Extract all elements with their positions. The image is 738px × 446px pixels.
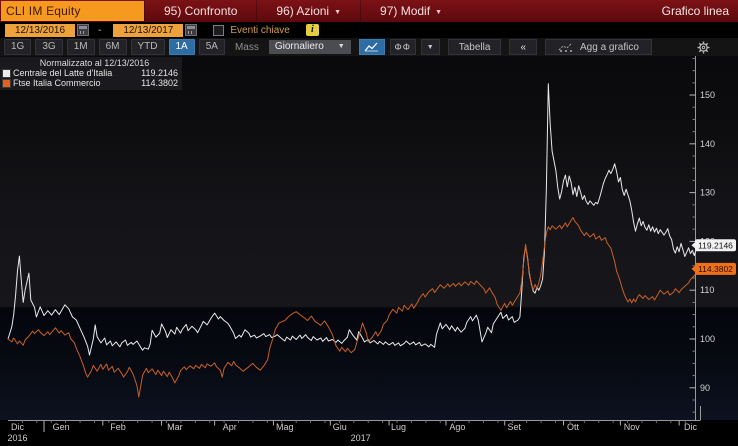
chevron-down-icon: ▼	[435, 8, 442, 16]
y-axis-tick-label: 150	[700, 90, 715, 100]
range-button-6m[interactable]: 6M	[98, 39, 127, 55]
chart-legend: Normalizzato al 12/13/2016 Centrale del …	[0, 57, 182, 90]
calendar-icon[interactable]	[185, 24, 198, 36]
x-axis-month-label: Giu	[333, 422, 347, 432]
y-axis-tick-label: 110	[700, 285, 714, 295]
x-axis-month-label: Ott	[567, 422, 580, 432]
x-axis-year-label: 2017	[351, 433, 371, 443]
tabella-button[interactable]: Tabella	[447, 39, 502, 55]
range-button-5a[interactable]: 5A	[198, 39, 225, 55]
page-title: Grafico linea	[661, 4, 729, 18]
legend-series-label: Centrale del Latte d'Italia	[13, 68, 113, 78]
info-icon[interactable]: i	[305, 24, 319, 36]
x-axis-month-label: Set	[507, 422, 521, 432]
x-axis-month-label: Ago	[449, 422, 465, 432]
eventi-chiave-label: Eventi chiave	[230, 24, 290, 36]
legend-swatch-icon	[2, 68, 11, 78]
line-chart-icon	[364, 42, 379, 52]
last-price-badge-value: 114.3802	[698, 264, 733, 274]
end-date-input[interactable]: 12/13/2017	[113, 23, 184, 37]
legend-title: Normalizzato al 12/13/2016	[39, 58, 150, 68]
x-axis-month-label: Gen	[53, 422, 70, 432]
range-button-1m[interactable]: 1M	[66, 39, 95, 55]
legend-series-value: 119.2146	[141, 68, 178, 78]
menu-item-95-confronto[interactable]: 95) Confronto	[144, 0, 256, 22]
start-date-input[interactable]: 12/13/2016	[5, 23, 75, 37]
date-range-row: 12/13/2016 - 12/13/2017 Eventi chiave i	[0, 22, 738, 38]
security-ticker-field[interactable]: CLI IM Equity	[1, 1, 144, 21]
line-chart-type-button[interactable]	[358, 39, 385, 55]
legend-series-row[interactable]: Centrale del Latte d'Italia 119.2146	[2, 68, 178, 78]
y-axis-tick-label: 140	[700, 139, 715, 149]
calendar-icon[interactable]	[77, 24, 89, 36]
chart-background	[0, 56, 738, 420]
range-button-1a[interactable]: 1A	[168, 39, 195, 55]
chevron-down-icon: ▼	[337, 43, 345, 50]
range-button-1g[interactable]: 1G	[4, 39, 32, 55]
frequency-label: Giornaliero	[274, 41, 324, 52]
range-button-ytd[interactable]: YTD	[130, 39, 165, 55]
y-axis-tick-label: 100	[700, 334, 715, 344]
agg-a-grafico-label: Agg a grafico	[580, 41, 639, 53]
legend-swatch-icon	[2, 78, 11, 88]
eventi-chiave-checkbox[interactable]	[213, 24, 225, 36]
mini-chart-icon	[558, 42, 573, 52]
collapse-panel-button[interactable]: «	[509, 39, 537, 55]
menu-bar: 95) Confronto 96) Azioni ▼ 97) Modif ▼	[144, 0, 461, 22]
chevron-down-icon: ▼	[426, 43, 434, 51]
menu-item-96-azioni[interactable]: 96) Azioni ▼	[256, 0, 360, 22]
x-axis-month-label: Mag	[276, 422, 294, 432]
x-axis-month-label: Mar	[167, 422, 183, 432]
frequency-dropdown[interactable]: Giornaliero ▼	[268, 40, 351, 54]
chart-type-dropdown[interactable]: ▼	[420, 39, 440, 55]
price-chart[interactable]: 90100110120130140150DicGenFebMarAprMagGi…	[0, 56, 738, 446]
x-axis-month-label: Nov	[624, 422, 641, 432]
legend-series-label: Ftse Italia Commercio	[13, 78, 101, 88]
y-axis-tick-label: 90	[700, 383, 710, 393]
settings-button[interactable]	[697, 40, 710, 54]
x-axis-month-label: Apr	[223, 422, 237, 432]
chevron-down-icon: ▼	[334, 8, 342, 16]
x-axis-month-label: Lug	[391, 422, 406, 432]
agg-a-grafico-button[interactable]: Agg a grafico	[545, 39, 652, 55]
bloomberg-line-chart-screen: { "header": { "security": "CLI IM Equity…	[0, 0, 738, 446]
chart-toolbar: 1G 3G 1M 6M YTD 1A 5A Mass Giornaliero ▼ ΦΦ ▼ …	[0, 38, 738, 56]
legend-series-value: 114.3802	[141, 78, 178, 88]
date-separator: -	[98, 24, 102, 36]
range-button-mass[interactable]: Mass	[235, 42, 259, 53]
legend-series-row[interactable]: Ftse Italia Commercio 114.3802	[2, 78, 178, 88]
y-axis-tick-label: 130	[700, 188, 715, 198]
last-price-badge-value: 119.2146	[698, 240, 733, 250]
candlestick-icon: ΦΦ	[394, 42, 411, 52]
x-axis-month-label: Dic	[11, 422, 24, 432]
x-axis-month-label: Feb	[110, 422, 126, 432]
range-button-3g[interactable]: 3G	[35, 39, 63, 55]
candle-chart-type-button[interactable]: ΦΦ	[389, 39, 416, 55]
x-axis-month-label: Dic	[684, 422, 697, 432]
top-menu-bar: CLI IM Equity 95) Confronto 96) Azioni ▼ 97…	[0, 0, 738, 22]
menu-item-97-modif[interactable]: 97) Modif ▼	[360, 0, 461, 22]
x-axis-year-label: 2016	[7, 433, 27, 443]
gear-icon	[697, 41, 710, 53]
range-buttons: 1G 3G 1M 6M YTD 1A 5A	[0, 39, 225, 55]
